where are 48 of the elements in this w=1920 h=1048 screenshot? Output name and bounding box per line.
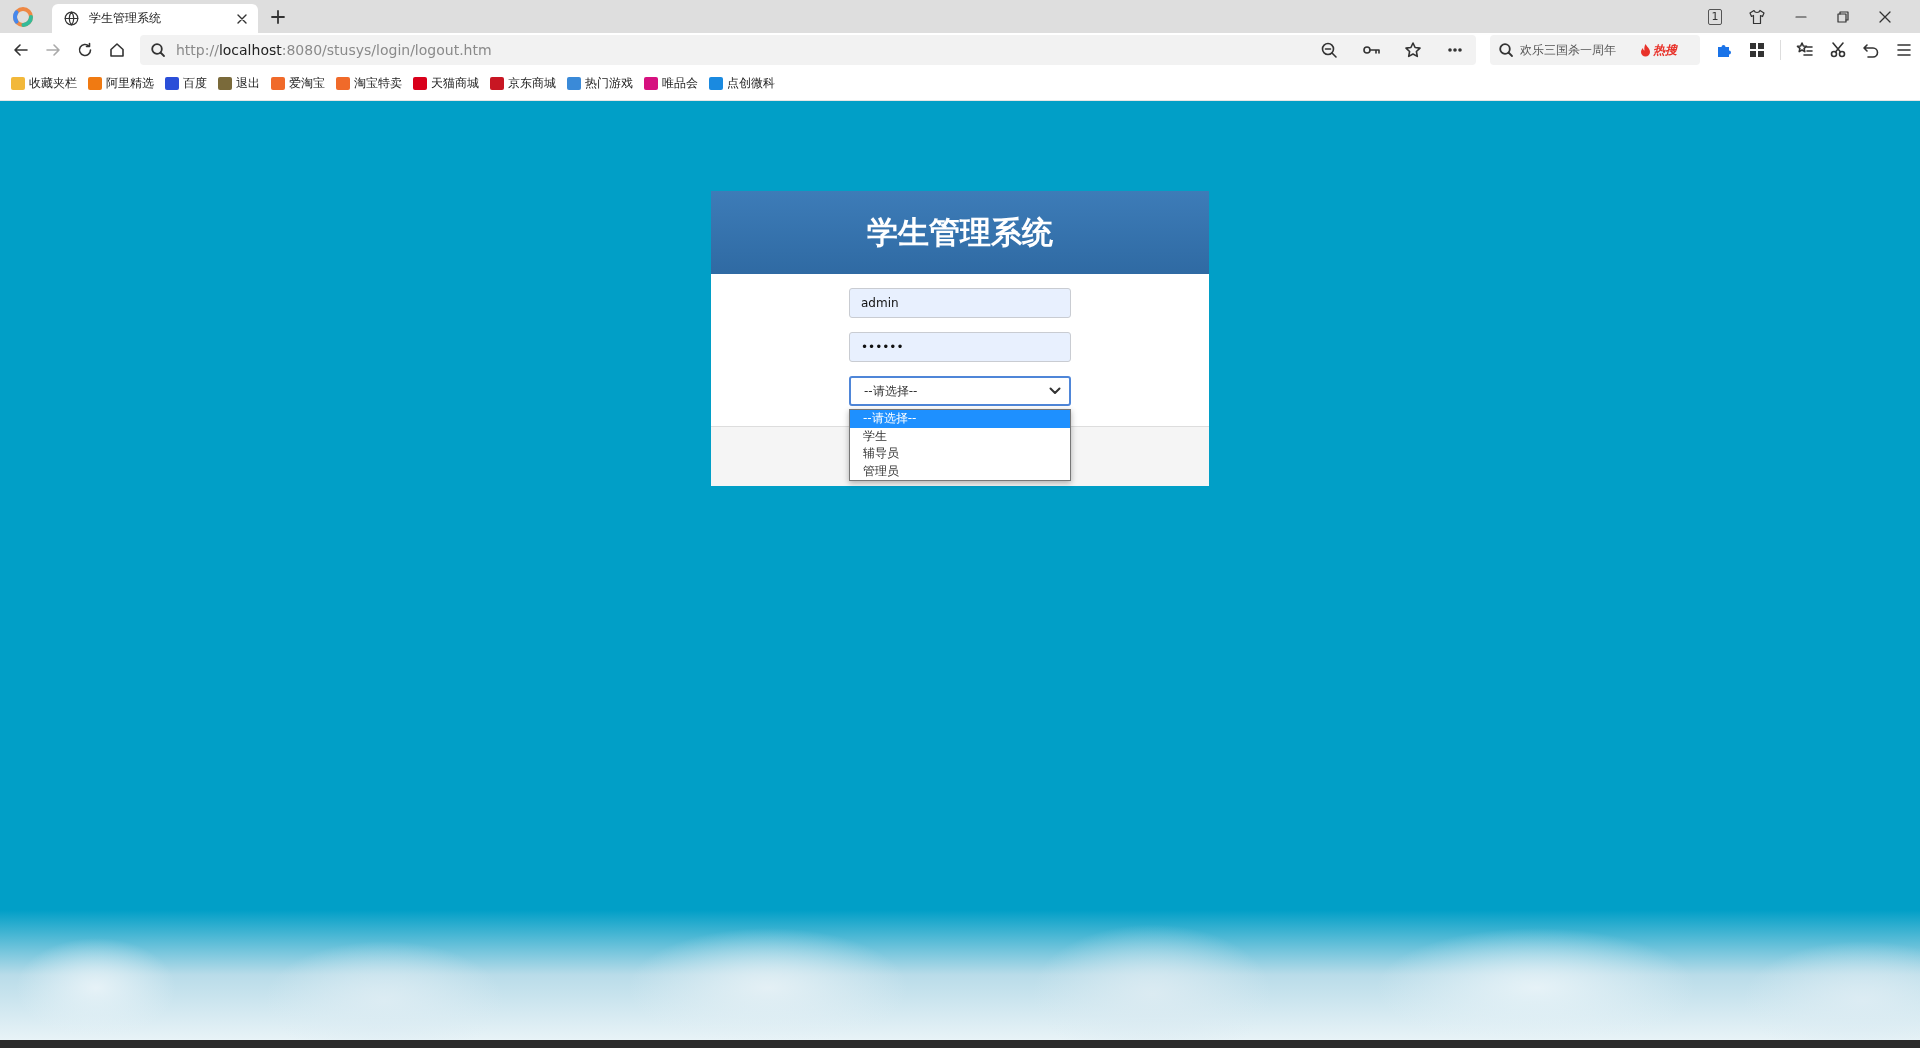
back-icon[interactable]: [12, 41, 30, 59]
bookmark-link[interactable]: 热门游戏: [567, 76, 633, 91]
bookmark-link[interactable]: 点创微科: [709, 76, 775, 91]
dropdown-option[interactable]: 学生: [850, 427, 1070, 445]
restore-icon[interactable]: [1836, 9, 1850, 24]
dropdown-option[interactable]: 辅导员: [850, 445, 1070, 463]
zoom-out-icon[interactable]: [1320, 41, 1338, 59]
undo-icon[interactable]: [1862, 41, 1880, 59]
bookmark-link[interactable]: 天猫商城: [413, 76, 479, 91]
hot-search-label: 热搜: [1653, 41, 1677, 59]
hot-search-badge[interactable]: 热搜: [1640, 41, 1677, 59]
favorites-list-icon[interactable]: [1796, 41, 1814, 59]
bookmark-link[interactable]: 百度: [165, 76, 207, 91]
reload-icon[interactable]: [76, 41, 94, 59]
apps-grid-icon[interactable]: [1748, 41, 1766, 59]
browser-tab[interactable]: 学生管理系统: [52, 4, 258, 33]
dropdown-option[interactable]: 管理员: [850, 462, 1070, 480]
bookmark-link[interactable]: 收藏夹栏: [11, 76, 77, 91]
star-icon[interactable]: [1404, 41, 1422, 59]
role-select[interactable]: --请选择--: [849, 376, 1071, 406]
shirt-icon[interactable]: [1748, 8, 1766, 25]
login-title: 学生管理系统: [711, 191, 1209, 274]
address-bar[interactable]: http://localhost:8080/stusys/login/logout.htm: [140, 35, 1476, 65]
bookmark-link[interactable]: 淘宝特卖: [336, 76, 402, 91]
scissors-icon[interactable]: [1829, 41, 1847, 59]
search-icon: [150, 42, 166, 58]
bookmark-link[interactable]: 爱淘宝: [271, 76, 325, 91]
tab-title: 学生管理系统: [89, 10, 162, 27]
search-icon: [1498, 42, 1514, 58]
new-tab-icon[interactable]: [270, 8, 286, 25]
home-icon[interactable]: [108, 41, 126, 59]
close-icon[interactable]: [1878, 9, 1892, 24]
chevron-down-icon: [1049, 387, 1061, 395]
search-field[interactable]: 欢乐三国杀一周年 热搜: [1490, 35, 1700, 65]
globe-icon: [64, 11, 79, 26]
menu-icon[interactable]: [1895, 41, 1913, 59]
bookmark-link[interactable]: 唯品会: [644, 76, 698, 91]
username-field[interactable]: admin: [849, 288, 1071, 318]
url-text: http://localhost:8080/stusys/login/logout.htm: [176, 42, 492, 58]
password-field[interactable]: ••••••: [849, 332, 1071, 362]
search-suggestion: 欢乐三国杀一周年: [1520, 41, 1617, 59]
bookmark-link[interactable]: 阿里精选: [88, 76, 154, 91]
close-icon[interactable]: [236, 12, 248, 25]
bookmark-link[interactable]: 京东商城: [490, 76, 556, 91]
browser-logo-icon: [12, 5, 34, 28]
flame-icon: [1640, 43, 1651, 57]
bookmark-link[interactable]: 退出: [218, 76, 260, 91]
tab-count-button[interactable]: 1: [1708, 8, 1722, 25]
